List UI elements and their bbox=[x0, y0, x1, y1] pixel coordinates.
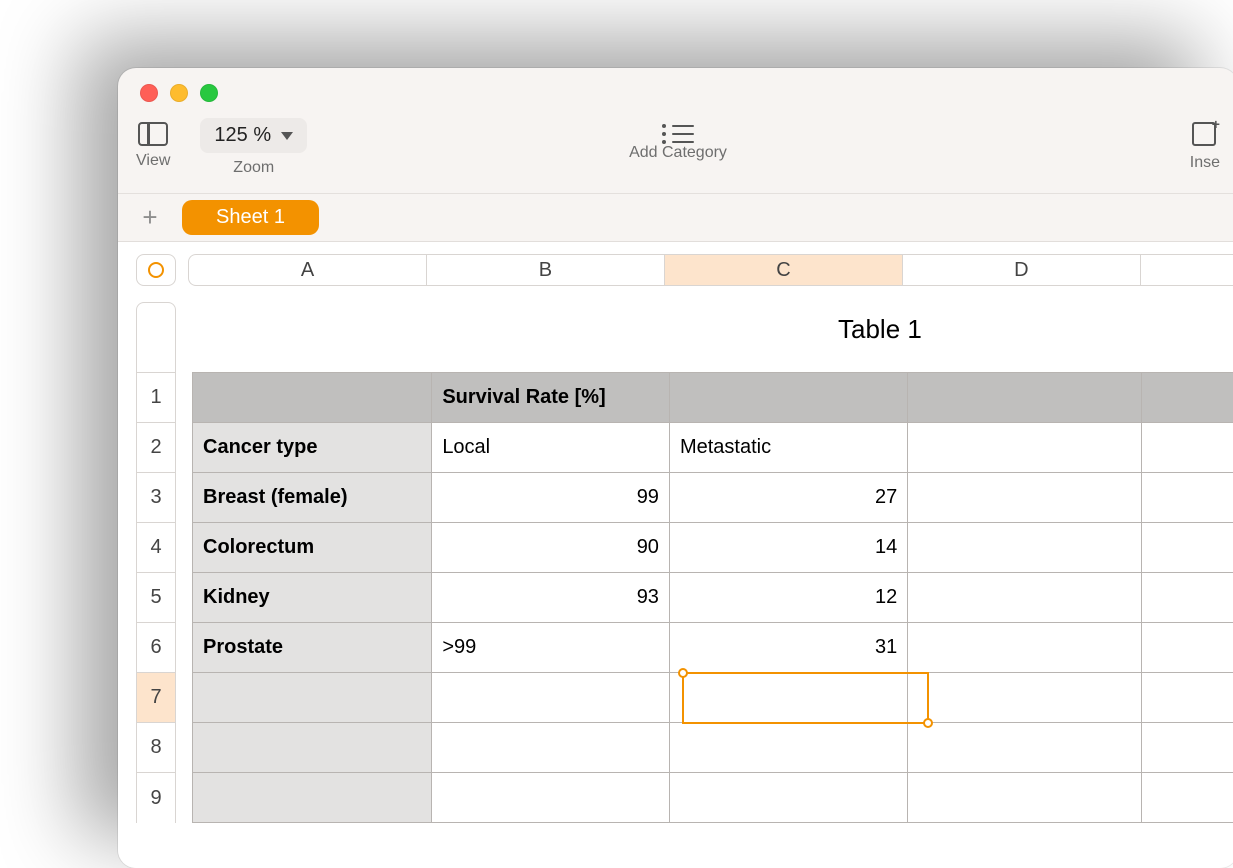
cell-a1[interactable] bbox=[193, 373, 432, 423]
cell-e4[interactable] bbox=[1141, 523, 1233, 573]
cell-d9[interactable] bbox=[908, 773, 1142, 823]
cell-c6[interactable]: 31 bbox=[669, 623, 907, 673]
cell-e9[interactable] bbox=[1141, 773, 1233, 823]
cell-a6[interactable]: Prostate bbox=[193, 623, 432, 673]
cell-a7[interactable] bbox=[193, 673, 432, 723]
sheet-tab[interactable]: Sheet 1 bbox=[182, 200, 319, 235]
row-header-4[interactable]: 4 bbox=[137, 523, 175, 573]
cell-a5[interactable]: Kidney bbox=[193, 573, 432, 623]
cell-d2[interactable] bbox=[908, 423, 1142, 473]
cell-a8[interactable] bbox=[193, 723, 432, 773]
row-header-2[interactable]: 2 bbox=[137, 423, 175, 473]
close-window-button[interactable] bbox=[140, 84, 158, 102]
cell-d6[interactable] bbox=[908, 623, 1142, 673]
cell-d1[interactable] bbox=[908, 373, 1142, 423]
cell-d5[interactable] bbox=[908, 573, 1142, 623]
toolbar: View 125 % Zoom Add Category Inse bbox=[118, 118, 1233, 194]
row-header-7[interactable]: 7 bbox=[137, 673, 175, 723]
ring-icon bbox=[148, 262, 164, 278]
cell-b2[interactable]: Local bbox=[432, 423, 670, 473]
cell-c1[interactable] bbox=[669, 373, 907, 423]
insert-label: Inse bbox=[1190, 154, 1220, 172]
cell-b9[interactable] bbox=[432, 773, 670, 823]
fullscreen-window-button[interactable] bbox=[200, 84, 218, 102]
table-select-all[interactable] bbox=[136, 254, 176, 286]
cell-b4[interactable]: 90 bbox=[432, 523, 670, 573]
spreadsheet-table: Survival Rate [%] Cancer type Local Meta… bbox=[192, 372, 1233, 823]
column-header-a[interactable]: A bbox=[189, 255, 427, 285]
column-header-bar: A B C D bbox=[136, 254, 1233, 286]
add-category-icon[interactable] bbox=[662, 124, 694, 144]
row-header-spacer bbox=[137, 303, 175, 373]
table-title[interactable]: Table 1 bbox=[838, 314, 922, 345]
cell-c9[interactable] bbox=[669, 773, 907, 823]
row-header-9[interactable]: 9 bbox=[137, 773, 175, 823]
zoom-dropdown[interactable]: 125 % bbox=[200, 118, 307, 153]
cell-c4[interactable]: 14 bbox=[669, 523, 907, 573]
column-header-b[interactable]: B bbox=[427, 255, 665, 285]
cell-b1[interactable]: Survival Rate [%] bbox=[432, 373, 670, 423]
row-header-1[interactable]: 1 bbox=[137, 373, 175, 423]
titlebar bbox=[118, 68, 1233, 118]
window-controls bbox=[140, 84, 218, 102]
cell-e8[interactable] bbox=[1141, 723, 1233, 773]
chevron-down-icon bbox=[281, 132, 293, 140]
insert-icon[interactable] bbox=[1192, 122, 1218, 148]
zoom-value: 125 % bbox=[214, 124, 271, 147]
column-header-d[interactable]: D bbox=[903, 255, 1141, 285]
document-area: A B C D 1 2 3 4 5 6 7 8 9 Table 1 Surviv… bbox=[118, 242, 1233, 868]
cell-a3[interactable]: Breast (female) bbox=[193, 473, 432, 523]
row-header-bar: 1 2 3 4 5 6 7 8 9 bbox=[136, 302, 176, 823]
cell-d4[interactable] bbox=[908, 523, 1142, 573]
cell-d7[interactable] bbox=[908, 673, 1142, 723]
app-window: View 125 % Zoom Add Category Inse + Shee… bbox=[118, 68, 1233, 868]
cell-d3[interactable] bbox=[908, 473, 1142, 523]
row-header-8[interactable]: 8 bbox=[137, 723, 175, 773]
cell-c5[interactable]: 12 bbox=[669, 573, 907, 623]
cell-e6[interactable] bbox=[1141, 623, 1233, 673]
sheet-tab-label: Sheet 1 bbox=[216, 206, 285, 228]
cell-e5[interactable] bbox=[1141, 573, 1233, 623]
sheet-tabs-bar: + Sheet 1 bbox=[118, 194, 1233, 242]
zoom-label: Zoom bbox=[233, 159, 274, 177]
column-header-e[interactable] bbox=[1141, 255, 1233, 285]
cell-a4[interactable]: Colorectum bbox=[193, 523, 432, 573]
add-category-label: Add Category bbox=[629, 144, 727, 162]
cell-b8[interactable] bbox=[432, 723, 670, 773]
cell-a2[interactable]: Cancer type bbox=[193, 423, 432, 473]
view-label: View bbox=[136, 152, 170, 170]
cell-c3[interactable]: 27 bbox=[669, 473, 907, 523]
column-header-c[interactable]: C bbox=[665, 255, 903, 285]
cell-c2[interactable]: Metastatic bbox=[669, 423, 907, 473]
minimize-window-button[interactable] bbox=[170, 84, 188, 102]
cell-e1[interactable] bbox=[1141, 373, 1233, 423]
cell-e2[interactable] bbox=[1141, 423, 1233, 473]
cell-c7[interactable] bbox=[669, 673, 907, 723]
cell-d8[interactable] bbox=[908, 723, 1142, 773]
view-icon[interactable] bbox=[138, 122, 168, 146]
cell-b6[interactable]: >99 bbox=[432, 623, 670, 673]
cell-e3[interactable] bbox=[1141, 473, 1233, 523]
cell-e7[interactable] bbox=[1141, 673, 1233, 723]
cell-b3[interactable]: 99 bbox=[432, 473, 670, 523]
cell-a9[interactable] bbox=[193, 773, 432, 823]
cell-b7[interactable] bbox=[432, 673, 670, 723]
cell-b5[interactable]: 93 bbox=[432, 573, 670, 623]
cell-c8[interactable] bbox=[669, 723, 907, 773]
row-header-6[interactable]: 6 bbox=[137, 623, 175, 673]
add-sheet-button[interactable]: + bbox=[136, 202, 164, 233]
row-header-3[interactable]: 3 bbox=[137, 473, 175, 523]
row-header-5[interactable]: 5 bbox=[137, 573, 175, 623]
